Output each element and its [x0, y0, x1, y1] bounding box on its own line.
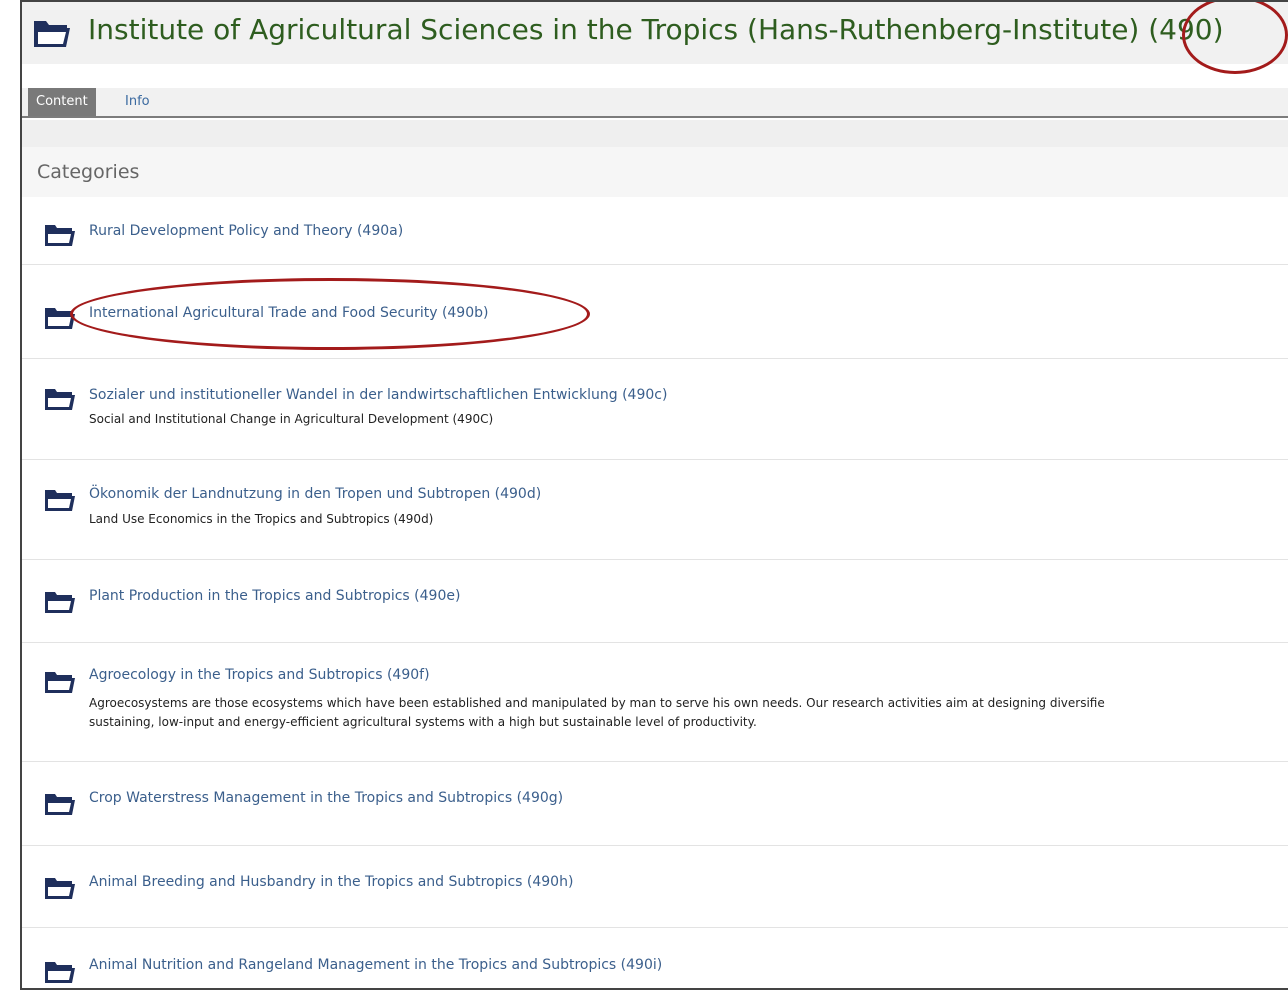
- list-item: International Agricultural Trade and Foo…: [22, 265, 1288, 359]
- folder-icon: [45, 962, 75, 983]
- page-title: Institute of Agricultural Sciences in th…: [88, 13, 1224, 46]
- category-link[interactable]: Rural Development Policy and Theory (490…: [89, 221, 403, 241]
- list-item: Sozialer und institutioneller Wandel in …: [22, 359, 1288, 460]
- folder-icon: [45, 389, 75, 410]
- page-frame: Institute of Agricultural Sciences in th…: [20, 0, 1288, 990]
- page-header: Institute of Agricultural Sciences in th…: [22, 2, 1288, 64]
- list-item: Animal Breeding and Husbandry in the Tro…: [22, 846, 1288, 928]
- tab-bar: Content Info: [22, 88, 1288, 118]
- category-description: Social and Institutional Change in Agric…: [89, 412, 494, 426]
- folder-icon: [45, 878, 75, 899]
- category-link[interactable]: Plant Production in the Tropics and Subt…: [89, 586, 460, 606]
- folder-icon: [45, 794, 75, 815]
- category-link[interactable]: Ökonomik der Landnutzung in den Tropen u…: [89, 484, 541, 504]
- category-description: Agroecosystems are those ecosystems whic…: [89, 696, 1105, 710]
- category-description-line2: sustaining, low-input and energy-efficie…: [89, 715, 757, 729]
- list-item: Crop Waterstress Management in the Tropi…: [22, 762, 1288, 846]
- folder-icon: [45, 225, 75, 246]
- tab-content[interactable]: Content: [28, 88, 96, 116]
- folder-icon: [45, 308, 75, 329]
- folder-icon: [45, 592, 75, 613]
- folder-icon: [45, 672, 75, 693]
- categories-header: Categories: [22, 147, 1288, 197]
- tab-info[interactable]: Info: [117, 88, 158, 116]
- category-description: Land Use Economics in the Tropics and Su…: [89, 512, 434, 526]
- category-link[interactable]: Agroecology in the Tropics and Subtropic…: [89, 665, 430, 685]
- list-item: Ökonomik der Landnutzung in den Tropen u…: [22, 460, 1288, 560]
- categories-heading: Categories: [37, 161, 140, 183]
- list-item: Agroecology in the Tropics and Subtropic…: [22, 643, 1288, 762]
- category-link[interactable]: Animal Breeding and Husbandry in the Tro…: [89, 872, 573, 892]
- list-item: Rural Development Policy and Theory (490…: [22, 197, 1288, 265]
- list-item: Animal Nutrition and Rangeland Managemen…: [22, 928, 1288, 988]
- category-link[interactable]: International Agricultural Trade and Foo…: [89, 303, 488, 323]
- folder-icon: [45, 490, 75, 511]
- category-link[interactable]: Animal Nutrition and Rangeland Managemen…: [89, 955, 662, 975]
- category-link[interactable]: Crop Waterstress Management in the Tropi…: [89, 788, 563, 808]
- toolbar-band: [22, 120, 1288, 147]
- list-item: Plant Production in the Tropics and Subt…: [22, 560, 1288, 643]
- category-link[interactable]: Sozialer und institutioneller Wandel in …: [89, 385, 667, 405]
- folder-icon: [34, 21, 70, 47]
